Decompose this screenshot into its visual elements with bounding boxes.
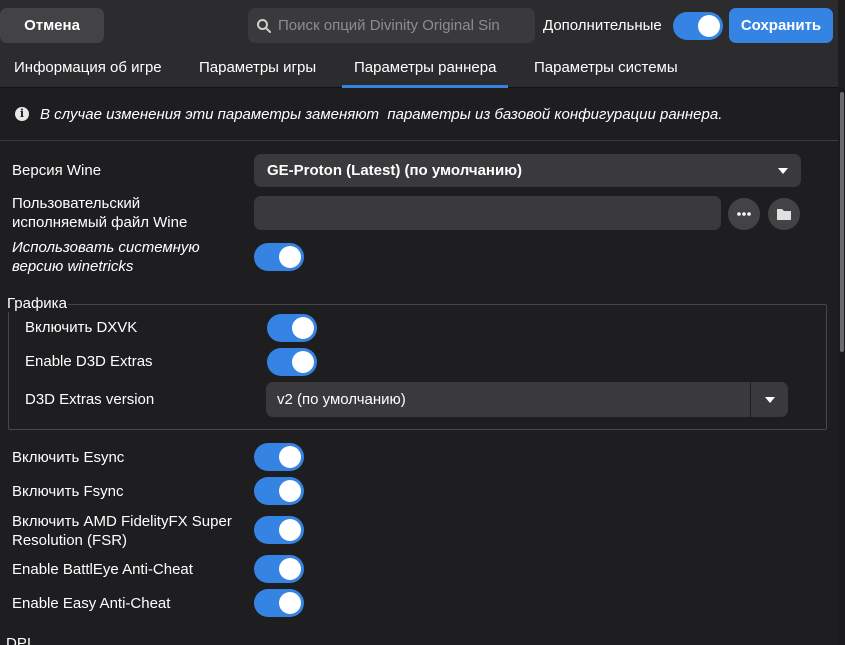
search-box[interactable] [248,8,535,43]
custom-wine-input[interactable] [254,196,721,230]
fsync-label: Включить Fsync [12,483,124,500]
browse-folder-button[interactable] [768,198,800,230]
runner-options-panel: i В случае изменения эти параметры замен… [0,88,838,645]
battleye-toggle[interactable] [254,555,304,583]
system-winetricks-label-line2: версию winetricks [12,258,134,275]
tab-game-info[interactable]: Информация об игре [14,52,162,88]
folder-icon [777,209,791,220]
header-bar: Отмена Дополнительные Сохранить [0,0,845,52]
tab-game-options[interactable]: Параметры игры [199,52,316,88]
search-icon [257,18,271,33]
info-text: В случае изменения эти параметры заменяю… [40,106,723,123]
save-button[interactable]: Сохранить [729,8,833,43]
more-options-button[interactable] [728,198,760,230]
fsr-toggle[interactable] [254,516,304,544]
search-input[interactable] [278,17,533,34]
dpi-section-title: DPI [6,635,32,645]
fsr-label-line1: Включить AMD FidelityFX Super [12,513,232,530]
system-winetricks-label-line1: Использовать системную [12,239,200,256]
d3d-extras-toggle[interactable] [267,348,317,376]
chevron-down-icon [765,397,775,403]
d3d-extras-label: Enable D3D Extras [25,353,153,370]
eac-toggle[interactable] [254,589,304,617]
tab-system-options[interactable]: Параметры системы [534,52,678,88]
d3d-version-label: D3D Extras version [25,391,155,408]
fsr-label-line2: Resolution (FSR) [12,532,128,549]
custom-wine-label-line2: исполняемый файл Wine [12,214,188,231]
wine-version-dropdown[interactable]: GE-Proton (Latest) (по умолчанию) [254,154,801,187]
advanced-label: Дополнительные [543,17,662,34]
more-icon [737,212,751,216]
d3d-version-value: v2 (по умолчанию) [277,391,406,408]
scrollbar-thumb[interactable] [840,92,844,352]
chevron-down-icon [778,168,788,174]
wine-version-value: GE-Proton (Latest) (по умолчанию) [267,162,523,179]
tab-bar: Информация об игре Параметры игры Параме… [0,52,845,88]
advanced-toggle[interactable] [673,12,723,40]
esync-label: Включить Esync [12,449,125,466]
dropdown-separator [750,382,751,417]
tab-runner-options[interactable]: Параметры раннера [342,52,509,88]
esync-toggle[interactable] [254,443,304,471]
system-winetricks-toggle[interactable] [254,243,304,271]
fsync-toggle[interactable] [254,477,304,505]
info-icon: i [15,107,29,121]
eac-label: Enable Easy Anti-Cheat [12,595,171,612]
dxvk-toggle[interactable] [267,314,317,342]
wine-version-label: Версия Wine [12,162,102,179]
battleye-label: Enable BattlEye Anti-Cheat [12,561,193,578]
background-strip [838,0,845,88]
d3d-version-dropdown[interactable]: v2 (по умолчанию) [266,382,788,417]
cancel-button[interactable]: Отмена [0,8,104,43]
custom-wine-label-line1: Пользовательский [12,195,141,212]
dxvk-label: Включить DXVK [25,319,138,336]
graphics-frame-title: Графика [6,295,68,312]
info-banner: i В случае изменения эти параметры замен… [0,88,838,141]
scrollbar[interactable] [838,88,845,645]
